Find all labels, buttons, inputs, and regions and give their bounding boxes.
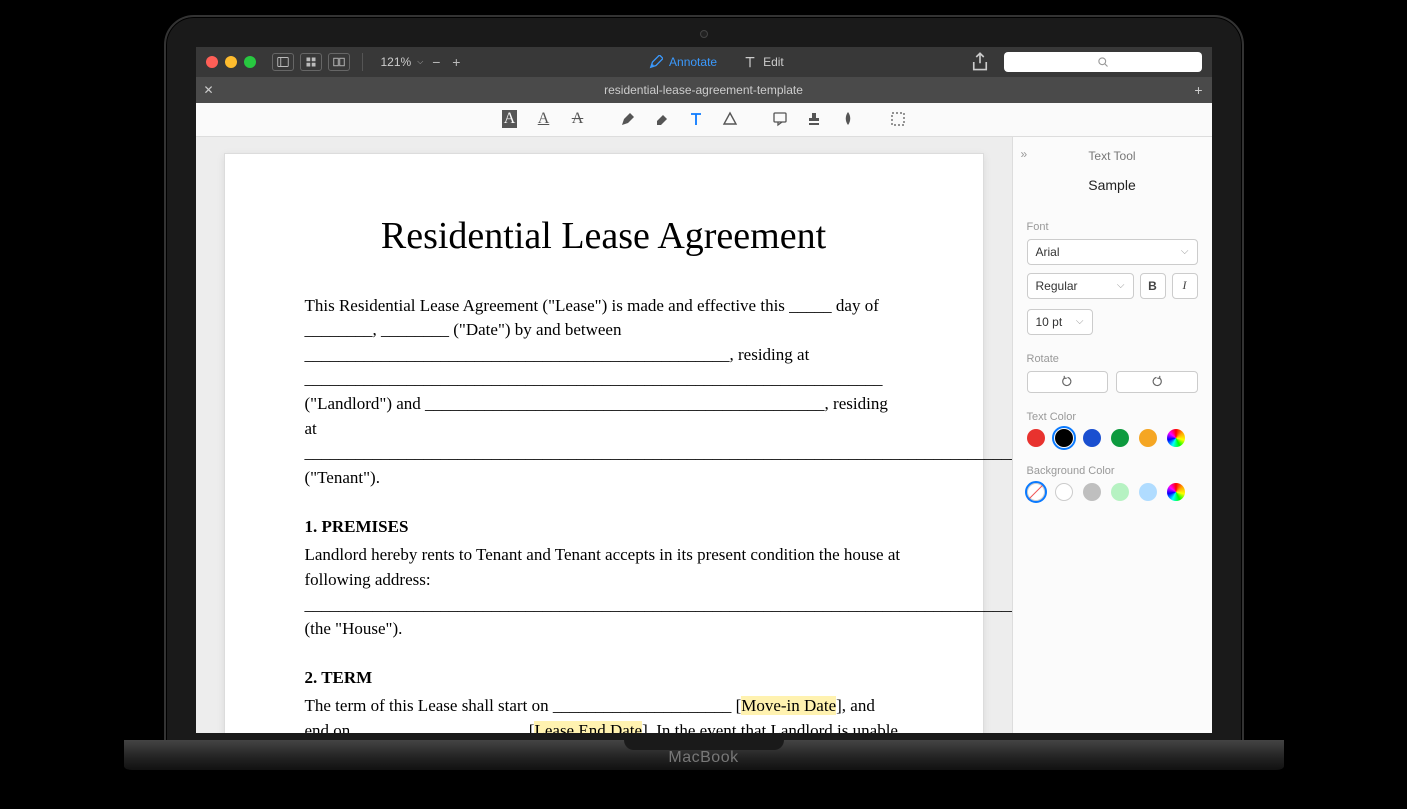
sample-preview: Sample [1027,177,1198,193]
bg-color-swatch-5[interactable] [1167,483,1185,501]
stamp-tool[interactable] [804,109,824,129]
signature-tool[interactable] [838,109,858,129]
laptop-camera [700,30,708,38]
section-2-heading: 2. TERM [305,666,903,691]
zoom-level[interactable]: 121% [381,55,412,69]
inspector-title: Text Tool [1027,149,1198,163]
font-size-select[interactable]: 10 pt⌵ [1027,309,1093,335]
window-close-button[interactable] [206,56,218,68]
laptop-brand-label: MacBook [124,749,1284,767]
text-color-label: Text Color [1027,411,1198,423]
inspector-collapse-button[interactable]: » [1021,147,1028,161]
tab-title[interactable]: residential-lease-agreement-template [222,83,1186,97]
chevron-down-icon: ⌵ [1117,280,1125,291]
document-canvas[interactable]: Residential Lease Agreement This Residen… [196,137,1012,733]
highlight-text-tool[interactable]: A [500,109,520,129]
search-icon [1097,56,1109,68]
bg-color-swatches [1027,483,1198,501]
tab-close-button[interactable]: ✕ [196,83,222,97]
document-title: Residential Lease Agreement [305,214,903,258]
edit-mode-button[interactable]: Edit [733,51,794,73]
chevron-down-icon: ⌵ [1181,246,1189,257]
rotate-ccw-button[interactable] [1027,371,1109,393]
window-titlebar: 121% ⌵ − + Annotate Edit [196,47,1212,77]
annotate-mode-button[interactable]: Annotate [639,51,727,73]
bg-color-swatch-0[interactable] [1027,483,1045,501]
window-fullscreen-button[interactable] [244,56,256,68]
section-1-body: Landlord hereby rents to Tenant and Tena… [305,543,903,642]
text-color-swatch-0[interactable] [1027,429,1045,447]
rotate-section-label: Rotate [1027,353,1198,365]
selection-tool[interactable] [888,109,908,129]
bg-color-swatch-1[interactable] [1055,483,1073,501]
bg-color-swatch-2[interactable] [1083,483,1101,501]
text-tool[interactable] [686,109,706,129]
document-page[interactable]: Residential Lease Agreement This Residen… [224,153,984,733]
new-tab-button[interactable]: + [1186,82,1212,98]
section-1-heading: 1. PREMISES [305,515,903,540]
window-minimize-button[interactable] [225,56,237,68]
share-button[interactable] [970,52,990,72]
zoom-out-button[interactable]: − [429,55,443,69]
chevron-down-icon: ⌵ [1076,316,1084,327]
section-2-body: The term of this Lease shall start on __… [305,694,903,732]
text-color-swatch-3[interactable] [1111,429,1129,447]
text-color-swatch-4[interactable] [1139,429,1157,447]
edit-label: Edit [763,55,784,69]
text-color-swatches [1027,429,1198,447]
italic-button[interactable]: I [1172,273,1198,299]
search-input[interactable] [1004,52,1202,72]
zoom-in-button[interactable]: + [449,55,463,69]
intro-paragraph: This Residential Lease Agreement ("Lease… [305,294,903,491]
bg-color-swatch-3[interactable] [1111,483,1129,501]
annotation-toolbar: A A A [196,103,1212,137]
bold-button[interactable]: B [1140,273,1166,299]
annotate-label: Annotate [669,55,717,69]
strikethrough-text-tool[interactable]: A [568,109,588,129]
tab-bar: ✕ residential-lease-agreement-template + [196,77,1212,103]
lease-end-date-field[interactable]: Lease End Date [534,721,642,732]
bg-color-swatch-4[interactable] [1139,483,1157,501]
inspector-panel: » Text Tool Sample Font Arial⌵ Regular⌵ … [1012,137,1212,733]
shape-tool[interactable] [720,109,740,129]
text-color-swatch-1[interactable] [1055,429,1073,447]
move-in-date-field[interactable]: Move-in Date [741,696,836,715]
text-color-swatch-2[interactable] [1083,429,1101,447]
sidebar-toggle-button[interactable] [272,53,294,71]
pencil-tool[interactable] [618,109,638,129]
toolbar-divider [362,53,363,71]
font-section-label: Font [1027,221,1198,233]
font-family-select[interactable]: Arial⌵ [1027,239,1198,265]
font-style-select[interactable]: Regular⌵ [1027,273,1134,299]
text-color-swatch-5[interactable] [1167,429,1185,447]
grid-view-button[interactable] [300,53,322,71]
zoom-dropdown-icon[interactable]: ⌵ [417,57,423,67]
eraser-tool[interactable] [652,109,672,129]
note-tool[interactable] [770,109,790,129]
rotate-cw-button[interactable] [1116,371,1198,393]
split-view-button[interactable] [328,53,350,71]
bg-color-label: Background Color [1027,465,1198,477]
underline-text-tool[interactable]: A [534,109,554,129]
